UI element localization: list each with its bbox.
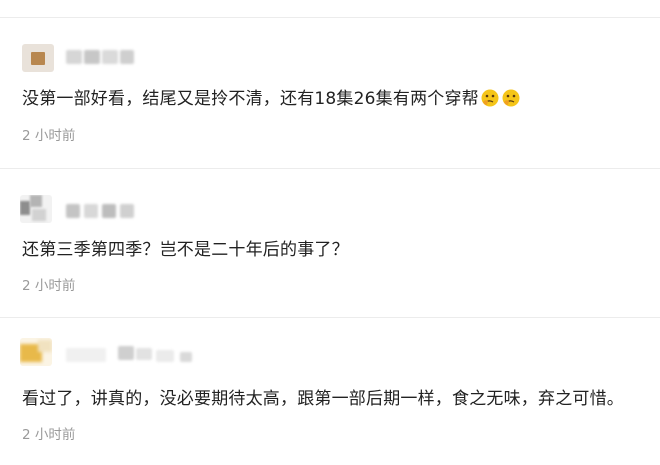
- comment-list: 没第一部好看，结尾又是拎不清，还有18集26集有两个穿帮 2 小时前 还第三季第…: [0, 0, 660, 465]
- comment-text: 还第三季第四季？岂不是二十年后的事了？: [22, 239, 349, 261]
- comment-item: 没第一部好看，结尾又是拎不清，还有18集26集有两个穿帮 2 小时前: [0, 18, 660, 168]
- thinking-emoji-icon: [480, 88, 500, 108]
- comment-item: 还第三季第四季？岂不是二十年后的事了？ 2 小时前: [0, 169, 660, 317]
- thinking-emoji-icon: [501, 88, 521, 108]
- timestamp: 2 小时前: [22, 128, 76, 144]
- comment-body: 看过了，讲真的，没必要期待太高，跟第一部后期一样，食之无味，弃之可惜。: [22, 389, 624, 409]
- comment-item: 看过了，讲真的，没必要期待太高，跟第一部后期一样，食之无味，弃之可惜。 2 小时…: [0, 318, 660, 465]
- comment-body: 还第三季第四季？岂不是二十年后的事了？: [22, 240, 349, 260]
- comment-text: 没第一部好看，结尾又是拎不清，还有18集26集有两个穿帮: [22, 88, 521, 110]
- avatar[interactable]: [20, 195, 52, 223]
- timestamp: 2 小时前: [22, 427, 76, 443]
- comment-body: 没第一部好看，结尾又是拎不清，还有18集26集有两个穿帮: [22, 89, 479, 109]
- comment-text: 看过了，讲真的，没必要期待太高，跟第一部后期一样，食之无味，弃之可惜。: [22, 388, 624, 410]
- avatar[interactable]: [22, 44, 54, 72]
- avatar[interactable]: [20, 338, 52, 366]
- timestamp: 2 小时前: [22, 278, 76, 294]
